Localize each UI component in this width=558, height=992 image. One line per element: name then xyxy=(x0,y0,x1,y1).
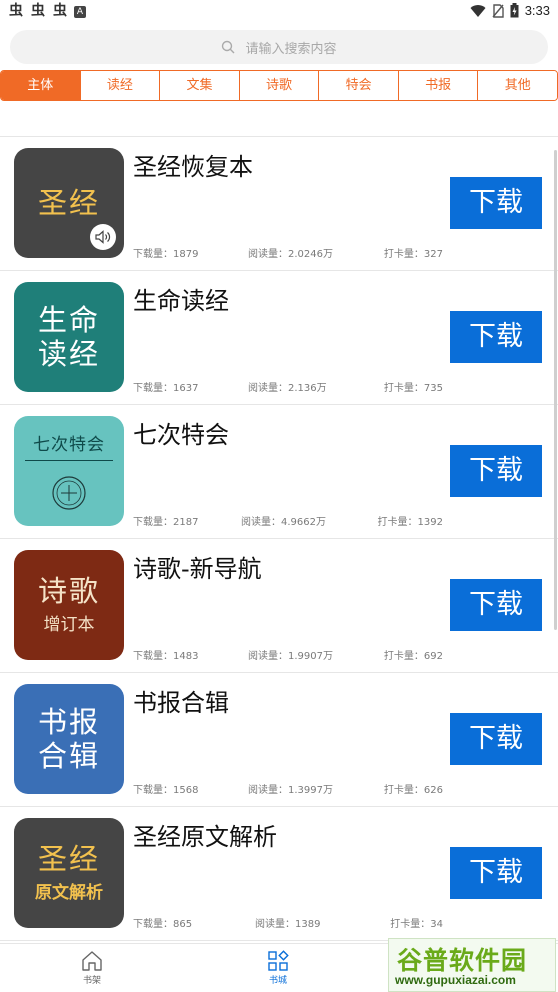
read-count: 阅读量：4.9662万 xyxy=(241,517,326,528)
bug-icon: 虫 xyxy=(9,3,23,19)
bug-icon: 虫 xyxy=(53,3,67,19)
book-title: 圣经原文解析 xyxy=(133,823,277,851)
checkin-count: 打卡量：692 xyxy=(383,651,443,662)
notification-icons: 虫 虫 虫 A xyxy=(8,3,86,19)
book-title: 七次特会 xyxy=(133,421,229,449)
download-button[interactable]: 下载 xyxy=(450,445,542,497)
tab-hymns[interactable]: 诗歌 xyxy=(239,71,320,100)
watermark-title: 谷普软件园 xyxy=(397,946,528,975)
list-item[interactable]: 诗歌 增订本 诗歌-新导航 下载量：1483 阅读量：1.9907万 打卡量：6… xyxy=(0,539,558,673)
list-item[interactable]: 七次特会 七次特会 下载量：2187 阅读量：4.9662万 打卡量：1392 … xyxy=(0,405,558,539)
download-count: 下载量：865 xyxy=(133,919,193,930)
list-item[interactable]: 圣经 原文解析 圣经原文解析 下载量：865 阅读量：1389 打卡量：34 下… xyxy=(0,807,558,941)
book-list: 圣经 圣经恢复本 下载量：1879 阅读量：2.0246万 打卡量：327 下载… xyxy=(0,137,558,943)
download-button[interactable]: 下载 xyxy=(450,177,542,229)
seal-icon xyxy=(52,476,86,510)
system-icons: 3:33 xyxy=(470,3,550,18)
book-cover[interactable]: 七次特会 xyxy=(14,416,124,526)
book-cover[interactable]: 圣经 原文解析 xyxy=(14,818,124,928)
store-grid-icon xyxy=(268,950,289,971)
speaker-icon[interactable] xyxy=(90,224,116,250)
book-cover[interactable]: 生命 读经 xyxy=(14,282,124,392)
book-title: 书报合辑 xyxy=(133,689,229,717)
cover-title: 生命 读经 xyxy=(37,303,100,371)
book-title: 生命读经 xyxy=(133,287,229,315)
tab-main[interactable]: 主体 xyxy=(1,71,81,100)
nav-label: 书架 xyxy=(82,976,101,986)
download-button[interactable]: 下载 xyxy=(450,579,542,631)
cover-title: 书报 合辑 xyxy=(37,705,100,773)
download-button[interactable]: 下载 xyxy=(450,847,542,899)
download-count: 下载量：1637 xyxy=(133,383,199,394)
book-cover[interactable]: 诗歌 增订本 xyxy=(14,550,124,660)
book-cover[interactable]: 圣经 xyxy=(14,148,124,258)
download-button[interactable]: 下载 xyxy=(450,311,542,363)
download-button[interactable]: 下载 xyxy=(450,713,542,765)
download-count: 下载量：2187 xyxy=(133,517,199,528)
cover-title: 圣经 xyxy=(37,842,100,876)
list-item[interactable]: 书报 合辑 书报合辑 下载量：1568 阅读量：1.3997万 打卡量：626 … xyxy=(0,673,558,807)
checkin-count: 打卡量：735 xyxy=(383,383,443,394)
search-placeholder: 请输入搜索内容 xyxy=(245,41,337,57)
checkin-count: 打卡量：626 xyxy=(383,785,443,796)
download-count: 下载量：1568 xyxy=(133,785,199,796)
tab-other[interactable]: 其他 xyxy=(478,71,557,100)
tab-scripture-reading[interactable]: 读经 xyxy=(80,71,161,100)
search-icon xyxy=(222,40,235,54)
cover-rule xyxy=(25,460,113,461)
read-count: 阅读量：2.0246万 xyxy=(248,249,333,260)
read-count: 阅读量：1.3997万 xyxy=(248,785,333,796)
scrollbar[interactable] xyxy=(554,150,557,630)
no-sim-icon xyxy=(492,3,504,18)
read-count: 阅读量：1.9907万 xyxy=(248,651,333,662)
cover-subtitle: 原文解析 xyxy=(35,883,103,903)
tab-collected-works[interactable]: 文集 xyxy=(160,71,240,100)
tab-publications[interactable]: 书报 xyxy=(398,71,479,100)
cover-subtitle: 增订本 xyxy=(43,615,95,635)
read-count: 阅读量：2.136万 xyxy=(248,383,327,394)
nav-label: 书城 xyxy=(268,976,287,986)
bug-icon: 虫 xyxy=(31,3,45,19)
checkin-count: 打卡量：327 xyxy=(383,249,443,260)
status-bar: 虫 虫 虫 A 3:33 xyxy=(0,0,558,24)
download-count: 下载量：1483 xyxy=(133,651,199,662)
download-count: 下载量：1879 xyxy=(133,249,199,260)
list-item[interactable]: 圣经 圣经恢复本 下载量：1879 阅读量：2.0246万 打卡量：327 下载 xyxy=(0,137,558,271)
cover-title: 诗歌 xyxy=(37,574,100,608)
cover-title: 七次特会 xyxy=(33,435,105,455)
tab-conferences[interactable]: 特会 xyxy=(319,71,399,100)
a-badge-icon: A xyxy=(74,6,86,18)
checkin-count: 打卡量：1392 xyxy=(377,517,443,528)
checkin-count: 打卡量：34 xyxy=(390,919,443,930)
nav-bookstore[interactable]: 书城 xyxy=(248,950,308,986)
clock: 3:33 xyxy=(524,3,550,18)
watermark: 谷普软件园 www.gupuxiazai.com xyxy=(388,938,556,992)
watermark-url: www.gupuxiazai.com xyxy=(395,973,516,987)
home-icon xyxy=(82,951,102,971)
read-count: 阅读量：1389 xyxy=(255,919,321,930)
book-title: 圣经恢复本 xyxy=(133,153,253,181)
wifi-icon xyxy=(470,4,486,17)
category-tabs: 主体 读经 文集 诗歌 特会 书报 其他 xyxy=(0,70,558,101)
cover-title: 圣经 xyxy=(37,186,100,220)
battery-icon xyxy=(510,3,519,18)
book-cover[interactable]: 书报 合辑 xyxy=(14,684,124,794)
search-input[interactable]: 请输入搜索内容 xyxy=(10,30,548,64)
nav-bookshelf[interactable]: 书架 xyxy=(62,950,122,986)
book-title: 诗歌-新导航 xyxy=(133,555,262,583)
list-item[interactable]: 生命 读经 生命读经 下载量：1637 阅读量：2.136万 打卡量：735 下… xyxy=(0,271,558,405)
